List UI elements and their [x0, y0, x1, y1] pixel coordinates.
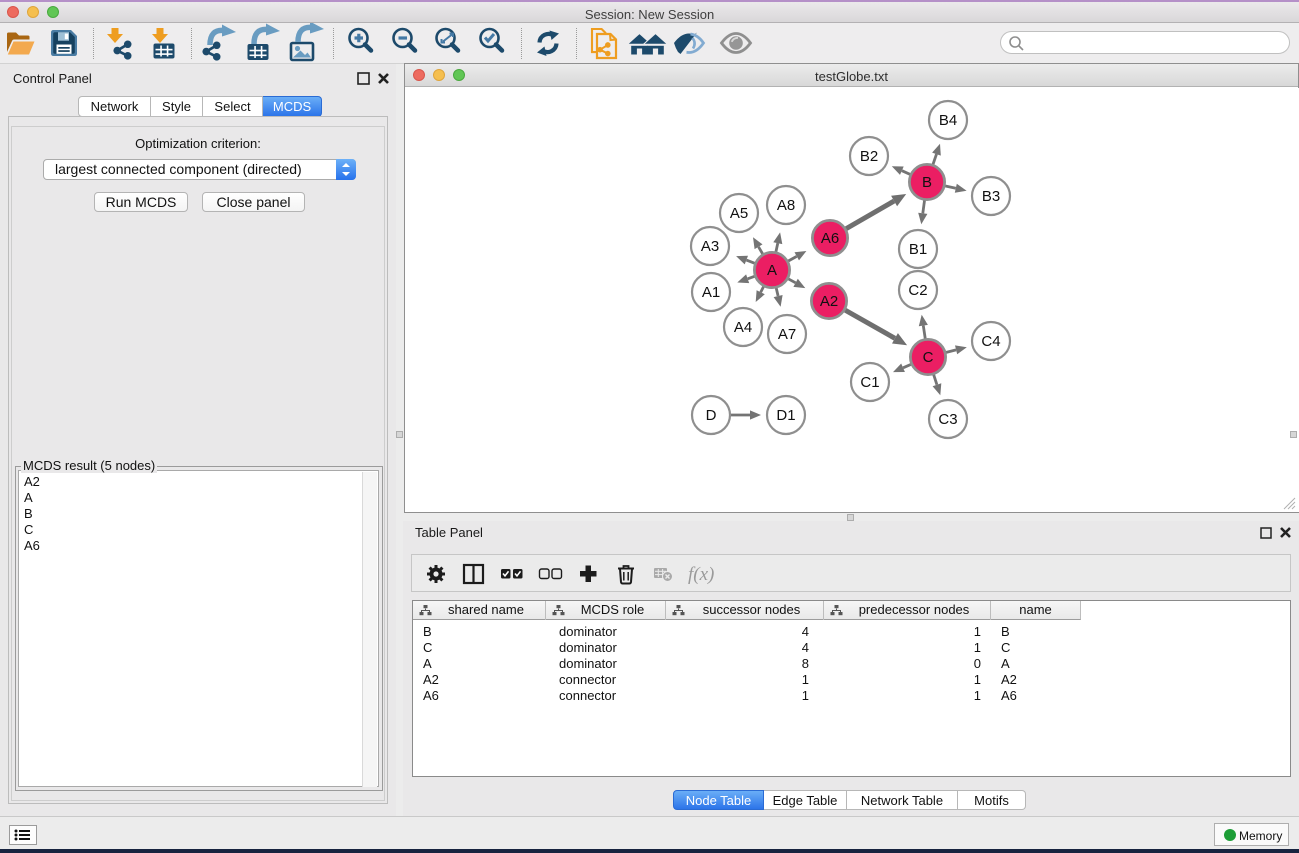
svg-text:D1: D1: [776, 407, 795, 424]
svg-text:A5: A5: [730, 205, 748, 222]
svg-text:B3: B3: [982, 188, 1000, 205]
svg-text:A8: A8: [777, 197, 795, 214]
svg-text:B1: B1: [909, 241, 927, 258]
svg-text:A: A: [767, 262, 777, 279]
svg-text:A1: A1: [702, 284, 720, 301]
svg-text:B4: B4: [939, 112, 957, 129]
svg-text:A7: A7: [778, 326, 796, 343]
svg-text:C1: C1: [860, 374, 879, 391]
svg-text:B: B: [922, 174, 932, 191]
svg-text:C2: C2: [908, 282, 927, 299]
svg-text:D: D: [706, 407, 717, 424]
svg-text:A4: A4: [734, 319, 752, 336]
svg-text:A3: A3: [701, 238, 719, 255]
svg-text:C4: C4: [981, 333, 1000, 350]
svg-text:A2: A2: [820, 293, 838, 310]
svg-text:C3: C3: [938, 411, 957, 428]
svg-text:B2: B2: [860, 148, 878, 165]
svg-text:f(x): f(x): [688, 564, 714, 585]
svg-text:A6: A6: [821, 230, 839, 247]
svg-text:C: C: [923, 349, 934, 366]
